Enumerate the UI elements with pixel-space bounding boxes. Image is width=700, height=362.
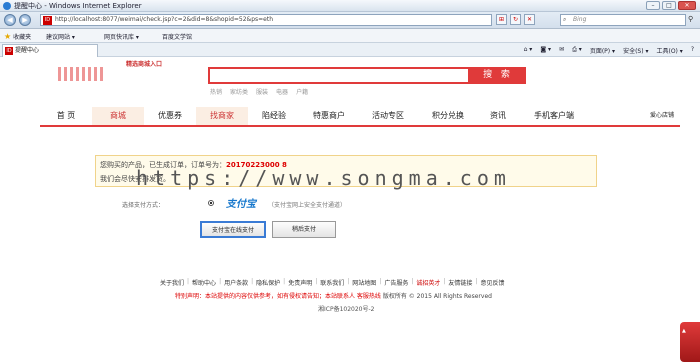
- footer-link[interactable]: 网站地图: [352, 278, 376, 287]
- main-nav: 首 页 商城 优惠券 找商家 陷经验 特惠商户 活动专区 积分兑换 资讯 手机客…: [40, 107, 680, 127]
- hot-word-link[interactable]: 服装: [256, 87, 268, 96]
- favorite-item[interactable]: 百度文学馆: [162, 32, 192, 41]
- nav-home[interactable]: 首 页: [40, 107, 92, 125]
- forward-button[interactable]: ▶: [19, 14, 31, 26]
- window-title: 提醒中心 - Windows Internet Explorer: [14, 2, 142, 10]
- nav-coupons[interactable]: 优惠券: [144, 107, 196, 125]
- safety-menu[interactable]: 安全(S) ▾: [623, 46, 648, 55]
- site-search-input[interactable]: [208, 67, 470, 84]
- stop-icon[interactable]: ✕: [524, 14, 535, 25]
- ad-caption: ▲: [682, 328, 686, 334]
- minimize-button[interactable]: –: [646, 1, 660, 10]
- window-titlebar: 提醒中心 - Windows Internet Explorer – □ ✕: [0, 0, 700, 12]
- compat-view-icon[interactable]: ⊞: [496, 14, 507, 25]
- browser-tab[interactable]: ID 提醒中心: [2, 44, 98, 57]
- footer-link[interactable]: 意见反馈: [480, 278, 504, 287]
- address-toolbar: ◀ ▶ ID http://localhost:8077/weimai/chec…: [0, 12, 700, 29]
- nav-charity-store[interactable]: 爱心店铺: [590, 107, 674, 125]
- print-icon[interactable]: ⎙ ▾: [572, 46, 582, 55]
- maximize-button[interactable]: □: [662, 1, 676, 10]
- footer-copyright: 版权所有 © 2015 All Rights Reserved: [382, 293, 492, 300]
- address-text: http://localhost:8077/weimai/check.jsp?c…: [55, 16, 274, 23]
- site-search-button[interactable]: 搜 索: [470, 67, 526, 84]
- favorite-item[interactable]: 网页快讯库 ▾: [104, 32, 139, 41]
- footer-notice: 特别声明：本站提供的内容仅供参考，如有侵权请告知；本站联系人 客服热线 版权所有…: [175, 291, 492, 300]
- nav-points-exchange[interactable]: 积分兑换: [418, 107, 478, 125]
- site-header: 精选商城入口 搜 索 热销 家纺类 服装 电器 户籍: [0, 57, 700, 107]
- refresh-icon[interactable]: ↻: [510, 14, 521, 25]
- search-go-icon[interactable]: ⚲: [688, 15, 693, 23]
- favorites-bar: ★ 收藏夹 建议网站 ▾ 网页快讯库 ▾ 百度文学馆: [0, 29, 700, 43]
- command-bar: ⌂ ▾ ◙ ▾ ✉ ⎙ ▾ 页面(P) ▾ 安全(S) ▾ 工具(O) ▾ ?: [524, 46, 694, 55]
- tab-favicon-icon: ID: [5, 47, 13, 55]
- footer-link[interactable]: 关于我们: [160, 278, 184, 287]
- help-menu[interactable]: ?: [691, 46, 694, 55]
- icp-number: 湘ICP备102020号-2: [318, 306, 375, 313]
- alipay-pay-button[interactable]: 支付宝在线支付: [200, 221, 266, 238]
- favorite-item[interactable]: 建议网站 ▾: [46, 32, 75, 41]
- footer-link[interactable]: 诚招英才: [416, 278, 440, 287]
- header-tagline: 精选商城入口: [126, 61, 163, 68]
- mail-icon[interactable]: ✉: [559, 46, 564, 55]
- watermark-text: https://www.songma.com: [136, 166, 511, 190]
- nav-activities[interactable]: 活动专区: [358, 107, 418, 125]
- hot-word-link[interactable]: 家纺类: [230, 87, 248, 96]
- address-input[interactable]: ID http://localhost:8077/weimai/check.js…: [40, 14, 492, 26]
- alipay-radio[interactable]: [208, 200, 214, 206]
- close-button[interactable]: ✕: [678, 1, 696, 10]
- feeds-icon[interactable]: ◙ ▾: [540, 46, 551, 55]
- back-button[interactable]: ◀: [4, 14, 16, 26]
- nav-news[interactable]: 资讯: [478, 107, 518, 125]
- nav-find-merchant[interactable]: 找商家: [196, 107, 248, 125]
- alipay-logo: 支付宝: [226, 199, 256, 210]
- footer-link[interactable]: 隐私保护: [256, 278, 280, 287]
- star-icon: ★: [4, 32, 12, 41]
- nav-mall[interactable]: 商城: [92, 107, 144, 125]
- hot-words: 热销 家纺类 服装 电器 户籍: [210, 87, 308, 96]
- footer-link[interactable]: 联系我们: [320, 278, 344, 287]
- footer-link[interactable]: 友情链接: [448, 278, 472, 287]
- payment-method-label: 选择支付方式：: [122, 202, 165, 209]
- nav-experience[interactable]: 陷经验: [248, 107, 300, 125]
- address-actions: ⊞ ↻ ✕: [496, 14, 535, 25]
- alipay-description: （支付宝网上安全支付通道）: [268, 202, 347, 209]
- page-menu[interactable]: 页面(P) ▾: [590, 46, 615, 55]
- footer-notice-red: 特别声明：本站提供的内容仅供参考，如有侵权请告知；本站联系人 客服热线: [175, 293, 381, 300]
- site-logo[interactable]: [58, 67, 106, 81]
- browser-search-input[interactable]: ⌕ Bing: [560, 14, 686, 26]
- footer-link[interactable]: 帮助中心: [192, 278, 216, 287]
- window-controls: – □ ✕: [646, 1, 696, 10]
- footer-link[interactable]: 用户条款: [224, 278, 248, 287]
- site-favicon-icon: ID: [43, 16, 52, 25]
- nav-mobile-client[interactable]: 手机客户端: [518, 107, 590, 125]
- tab-bar: ID 提醒中心 ⌂ ▾ ◙ ▾ ✉ ⎙ ▾ 页面(P) ▾ 安全(S) ▾ 工具…: [0, 43, 700, 57]
- floating-ad[interactable]: ▲: [680, 322, 700, 362]
- ie-icon: [3, 2, 11, 10]
- footer-link[interactable]: 广告服务: [384, 278, 408, 287]
- search-provider-icon: ⌕: [563, 16, 567, 23]
- footer-link[interactable]: 免责声明: [288, 278, 312, 287]
- payment-method-row: 选择支付方式： 支付宝 （支付宝网上安全支付通道）: [122, 193, 542, 213]
- pay-later-button[interactable]: 稍后支付: [272, 221, 336, 238]
- hot-word-link[interactable]: 热销: [210, 87, 222, 96]
- nav-discount-merchants[interactable]: 特惠商户: [300, 107, 358, 125]
- tools-menu[interactable]: 工具(O) ▾: [656, 46, 682, 55]
- tab-label: 提醒中心: [15, 47, 40, 54]
- hot-word-link[interactable]: 户籍: [296, 87, 308, 96]
- hot-word-link[interactable]: 电器: [276, 87, 288, 96]
- footer-links: 关于我们 | 帮助中心 | 用户条款 | 隐私保护 | 免责声明 | 联系我们 | 网站地图…: [160, 278, 505, 287]
- favorites-button[interactable]: ★ 收藏夹: [4, 32, 31, 41]
- home-icon[interactable]: ⌂ ▾: [524, 46, 533, 55]
- search-placeholder: Bing: [573, 16, 587, 23]
